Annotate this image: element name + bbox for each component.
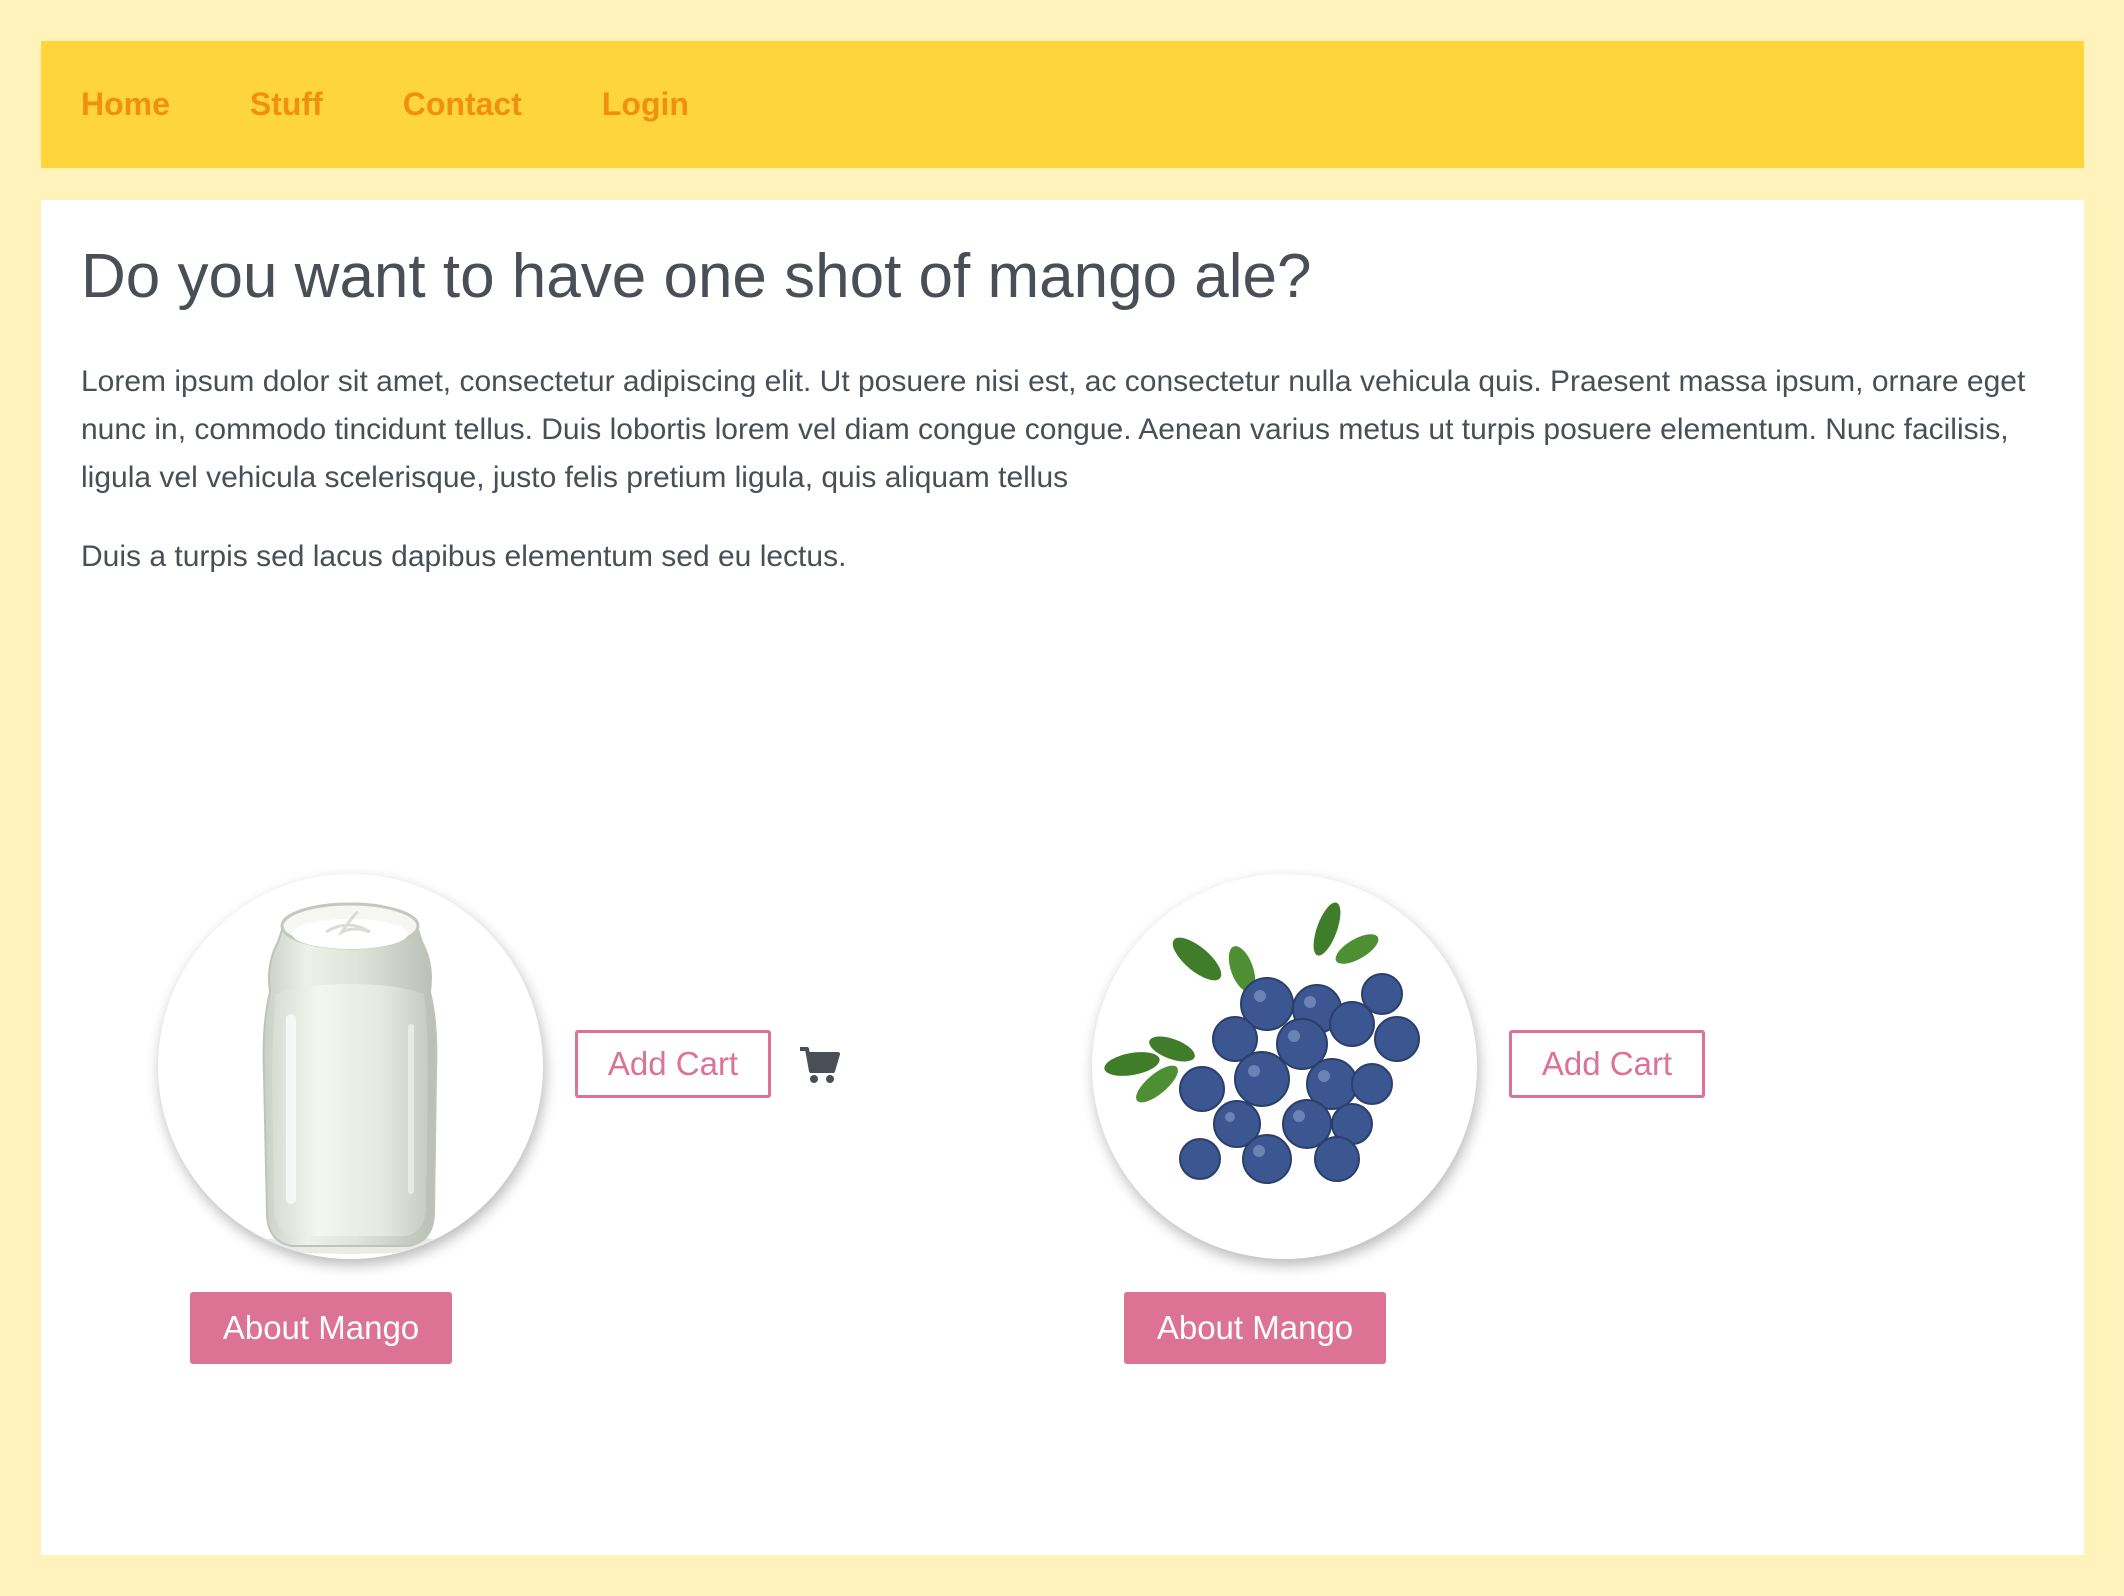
add-cart-button[interactable]: Add Cart <box>1509 1030 1705 1098</box>
top-navbar: Home Stuff Contact Login <box>41 41 2084 168</box>
nav-link-contact[interactable]: Contact <box>403 86 522 123</box>
nav-link-stuff[interactable]: Stuff <box>250 86 323 123</box>
about-mango-button[interactable]: About Mango <box>1124 1292 1386 1364</box>
about-mango-button[interactable]: About Mango <box>190 1292 452 1364</box>
nav-link-home[interactable]: Home <box>81 86 170 123</box>
nav-link-login[interactable]: Login <box>602 86 689 123</box>
page-title: Do you want to have one shot of mango al… <box>81 242 1312 311</box>
blueberries-image <box>1092 874 1477 1259</box>
shopping-cart-icon[interactable] <box>798 1045 840 1085</box>
secondary-paragraph: Duis a turpis sed lacus dapibus elementu… <box>81 540 847 573</box>
main-content: Do you want to have one shot of mango al… <box>41 200 2084 1555</box>
add-cart-button[interactable]: Add Cart <box>575 1030 771 1098</box>
intro-paragraph: Lorem ipsum dolor sit amet, consectetur … <box>81 365 2026 494</box>
milk-bottle-image <box>158 874 543 1259</box>
